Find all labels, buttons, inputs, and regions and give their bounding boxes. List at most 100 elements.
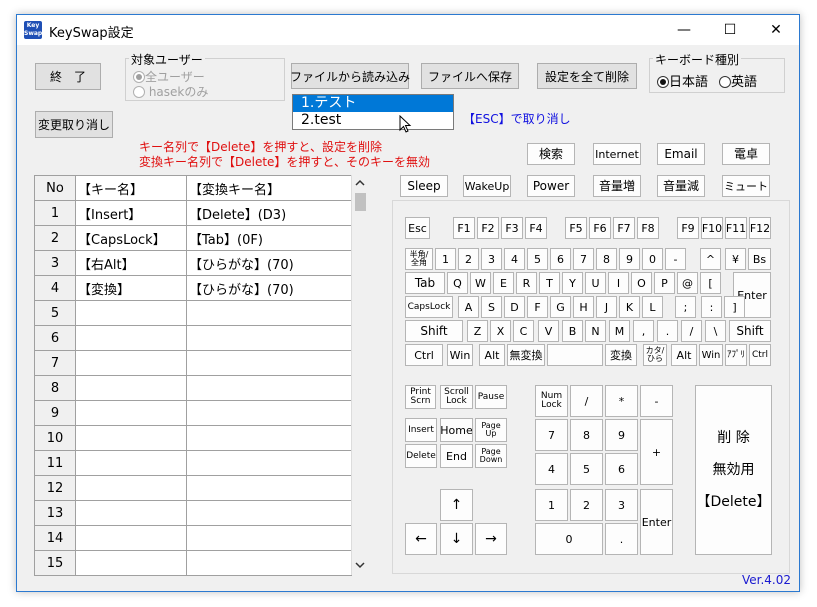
key-s[interactable]: S	[481, 296, 502, 318]
key-arrow-right[interactable]: →	[475, 523, 507, 555]
mapped-key-cell[interactable]	[186, 500, 352, 526]
mapped-key-cell[interactable]	[186, 450, 352, 476]
key-arrow-down[interactable]: ↓	[440, 523, 473, 555]
key-muhenkan[interactable]: 無変換	[507, 344, 545, 366]
key-n[interactable]: N	[585, 320, 606, 342]
key-hankaku-zenkaku[interactable]: 半角/全角	[405, 248, 433, 270]
mapped-key-cell[interactable]	[186, 325, 352, 351]
key-shift-left[interactable]: Shift	[405, 320, 463, 342]
key-name-cell[interactable]	[75, 475, 187, 501]
key-name-cell[interactable]	[75, 325, 187, 351]
mapped-key-cell[interactable]	[186, 350, 352, 376]
profile-item-1[interactable]: 1.テスト	[293, 95, 453, 112]
key-4[interactable]: 4	[504, 248, 525, 270]
key-f12[interactable]: F12	[749, 217, 771, 239]
table-row[interactable]: 1 【Insert】 【Delete】(D3)	[34, 200, 352, 226]
minimize-button[interactable]: —	[661, 15, 707, 45]
key-b[interactable]: B	[562, 320, 583, 342]
key-6[interactable]: 6	[550, 248, 571, 270]
japanese-radio[interactable]: 日本語	[657, 71, 708, 90]
key-name-cell[interactable]	[75, 400, 187, 426]
key-katakana-hiragana[interactable]: カタ/ひら	[643, 344, 667, 366]
table-row[interactable]: 2 【CapsLock】 【Tab】(0F)	[34, 225, 352, 251]
only-user-radio[interactable]: hasekのみ	[133, 83, 208, 100]
key-h[interactable]: H	[573, 296, 594, 318]
key-f5[interactable]: F5	[565, 217, 587, 239]
key-page-down[interactable]: Page Down	[475, 444, 507, 468]
mapped-key-cell[interactable]	[186, 375, 352, 401]
key-f4[interactable]: F4	[525, 217, 547, 239]
key-name-cell[interactable]: 【CapsLock】	[75, 225, 187, 251]
key-j[interactable]: J	[596, 296, 617, 318]
key-insert[interactable]: Insert	[405, 418, 437, 442]
key-5[interactable]: 5	[527, 248, 548, 270]
chevron-up-icon[interactable]	[355, 179, 365, 187]
key-c[interactable]: C	[513, 320, 534, 342]
mapped-key-cell[interactable]	[186, 475, 352, 501]
key-o[interactable]: O	[631, 272, 652, 294]
scroll-thumb[interactable]	[355, 193, 366, 211]
close-button[interactable]: ✕	[753, 15, 799, 45]
key-minus[interactable]: -	[665, 248, 686, 270]
exit-button[interactable]: 終 了	[35, 63, 101, 90]
media-key-volume-down[interactable]: 音量減	[657, 175, 705, 197]
key-f[interactable]: F	[527, 296, 548, 318]
media-key-volume-up[interactable]: 音量増	[593, 175, 641, 197]
key-9[interactable]: 9	[619, 248, 640, 270]
numpad-6[interactable]: 6	[605, 453, 638, 485]
mapped-key-cell[interactable]	[186, 550, 352, 576]
key-space[interactable]	[547, 344, 603, 366]
key-8[interactable]: 8	[596, 248, 617, 270]
numpad-1[interactable]: 1	[535, 489, 568, 521]
key-tab[interactable]: Tab	[405, 272, 445, 294]
media-key-wakeup[interactable]: WakeUp	[463, 175, 511, 197]
key-name-cell[interactable]	[75, 550, 187, 576]
key-win-left[interactable]: Win	[447, 344, 473, 366]
key-f6[interactable]: F6	[589, 217, 611, 239]
key-f8[interactable]: F8	[637, 217, 659, 239]
key-d[interactable]: D	[504, 296, 525, 318]
save-file-button[interactable]: ファイルへ保存	[421, 63, 519, 89]
key-m[interactable]: M	[609, 320, 630, 342]
key-2[interactable]: 2	[458, 248, 479, 270]
table-row[interactable]: 11	[34, 450, 352, 476]
key-k[interactable]: K	[619, 296, 640, 318]
key-at[interactable]: @	[677, 272, 698, 294]
key-e[interactable]: E	[493, 272, 514, 294]
key-name-cell[interactable]: 【右Alt】	[75, 250, 187, 276]
key-3[interactable]: 3	[481, 248, 502, 270]
media-key-sleep[interactable]: Sleep	[400, 175, 448, 197]
key-f3[interactable]: F3	[501, 217, 523, 239]
key-print-screen[interactable]: Print Scrn	[405, 385, 436, 409]
key-semicolon[interactable]: ;	[675, 296, 696, 318]
maximize-button[interactable]: ☐	[707, 15, 753, 45]
key-page-up[interactable]: Page Up	[475, 418, 507, 442]
key-y[interactable]: Y	[562, 272, 583, 294]
english-radio[interactable]: 英語	[719, 71, 757, 90]
media-key-internet[interactable]: Internet	[593, 143, 641, 165]
media-key-mute[interactable]: ミュート	[722, 175, 770, 197]
numpad-5[interactable]: 5	[570, 453, 603, 485]
numpad-divide[interactable]: /	[570, 385, 603, 417]
key-x[interactable]: X	[490, 320, 511, 342]
key-esc[interactable]: Esc	[405, 217, 430, 239]
load-file-button[interactable]: ファイルから読み込み	[290, 63, 410, 89]
key-close-bracket[interactable]: ]	[724, 296, 745, 318]
table-row[interactable]: 4 【変換】 【ひらがな】(70)	[34, 275, 352, 301]
key-t[interactable]: T	[539, 272, 560, 294]
key-delete[interactable]: Delete	[405, 444, 437, 468]
key-win-right[interactable]: Win	[699, 344, 723, 366]
numpad-0[interactable]: 0	[535, 523, 603, 555]
delete-all-button[interactable]: 設定を全て削除	[537, 63, 637, 89]
key-7[interactable]: 7	[573, 248, 594, 270]
key-home[interactable]: Home	[440, 418, 473, 442]
numpad-enter[interactable]: Enter	[640, 489, 673, 555]
numpad-multiply[interactable]: *	[605, 385, 638, 417]
key-f1[interactable]: F1	[453, 217, 475, 239]
key-p[interactable]: P	[654, 272, 675, 294]
key-a[interactable]: A	[458, 296, 479, 318]
key-arrow-left[interactable]: ←	[405, 523, 437, 555]
key-i[interactable]: I	[608, 272, 629, 294]
profile-dropdown-list[interactable]: 1.テスト 2.test	[292, 94, 454, 130]
table-row[interactable]: 3 【右Alt】 【ひらがな】(70)	[34, 250, 352, 276]
